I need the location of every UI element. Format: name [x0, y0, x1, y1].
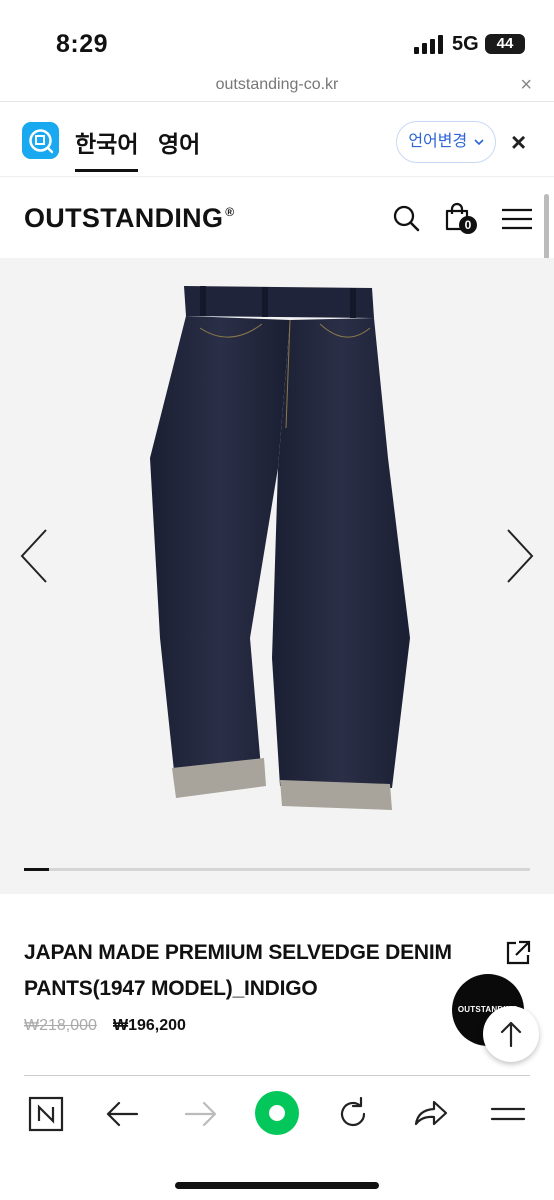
gallery-progress-fill — [24, 868, 49, 871]
product-gallery[interactable] — [0, 258, 554, 894]
share-icon[interactable] — [408, 1092, 452, 1136]
translate-close-icon[interactable]: × — [511, 127, 526, 158]
status-bar: 8:29 5G 44 — [0, 0, 554, 70]
naver-n-icon[interactable] — [24, 1092, 68, 1136]
home-indicator — [175, 1182, 379, 1189]
tab-english[interactable]: 영어 — [158, 125, 200, 169]
search-icon[interactable] — [392, 204, 420, 232]
gallery-prev-arrow-icon[interactable] — [18, 528, 50, 584]
papago-translate-icon[interactable] — [22, 122, 59, 159]
tab-korean[interactable]: 한국어 — [75, 125, 139, 172]
cart-count-badge: 0 — [459, 216, 477, 234]
arrow-up-icon — [500, 1021, 522, 1048]
change-language-button[interactable]: 언어변경 — [396, 121, 496, 163]
scroll-top-button[interactable] — [483, 1006, 539, 1062]
url-close-icon[interactable]: × — [520, 74, 532, 97]
share-external-icon[interactable] — [505, 940, 531, 966]
change-language-label: 언어변경 — [408, 133, 468, 150]
menu-icon[interactable] — [486, 1092, 530, 1136]
hamburger-menu-icon[interactable] — [502, 208, 532, 230]
chevron-down-icon — [474, 139, 484, 145]
section-divider — [24, 1075, 530, 1076]
signal-icon — [414, 35, 443, 54]
forward-arrow-icon[interactable] — [178, 1092, 222, 1136]
gallery-next-arrow-icon[interactable] — [504, 528, 536, 584]
site-logo[interactable]: OUTSTANDING ® — [24, 203, 234, 234]
translate-bar: 한국어 영어 언어변경 × — [0, 103, 554, 177]
original-price: ₩218,000 — [24, 1017, 97, 1034]
battery-icon: 44 — [485, 34, 525, 54]
gallery-progress-track — [24, 868, 530, 871]
product-title: JAPAN MADE PREMIUM SELVEDGE DENIM PANTS(… — [24, 941, 452, 1000]
reload-icon[interactable] — [331, 1092, 375, 1136]
green-dot-home-icon[interactable] — [254, 1090, 300, 1136]
url-text[interactable]: outstanding-co.kr — [0, 76, 554, 94]
url-bar[interactable]: outstanding-co.kr × — [0, 70, 554, 102]
product-image-jeans — [150, 286, 410, 810]
back-arrow-icon[interactable] — [101, 1092, 145, 1136]
sale-price: ₩196,200 — [113, 1017, 186, 1034]
network-label: 5G — [452, 33, 479, 55]
logo-text: OUTSTANDING — [24, 203, 224, 233]
status-time: 8:29 — [56, 30, 109, 58]
logo-registered-mark: ® — [225, 205, 235, 219]
